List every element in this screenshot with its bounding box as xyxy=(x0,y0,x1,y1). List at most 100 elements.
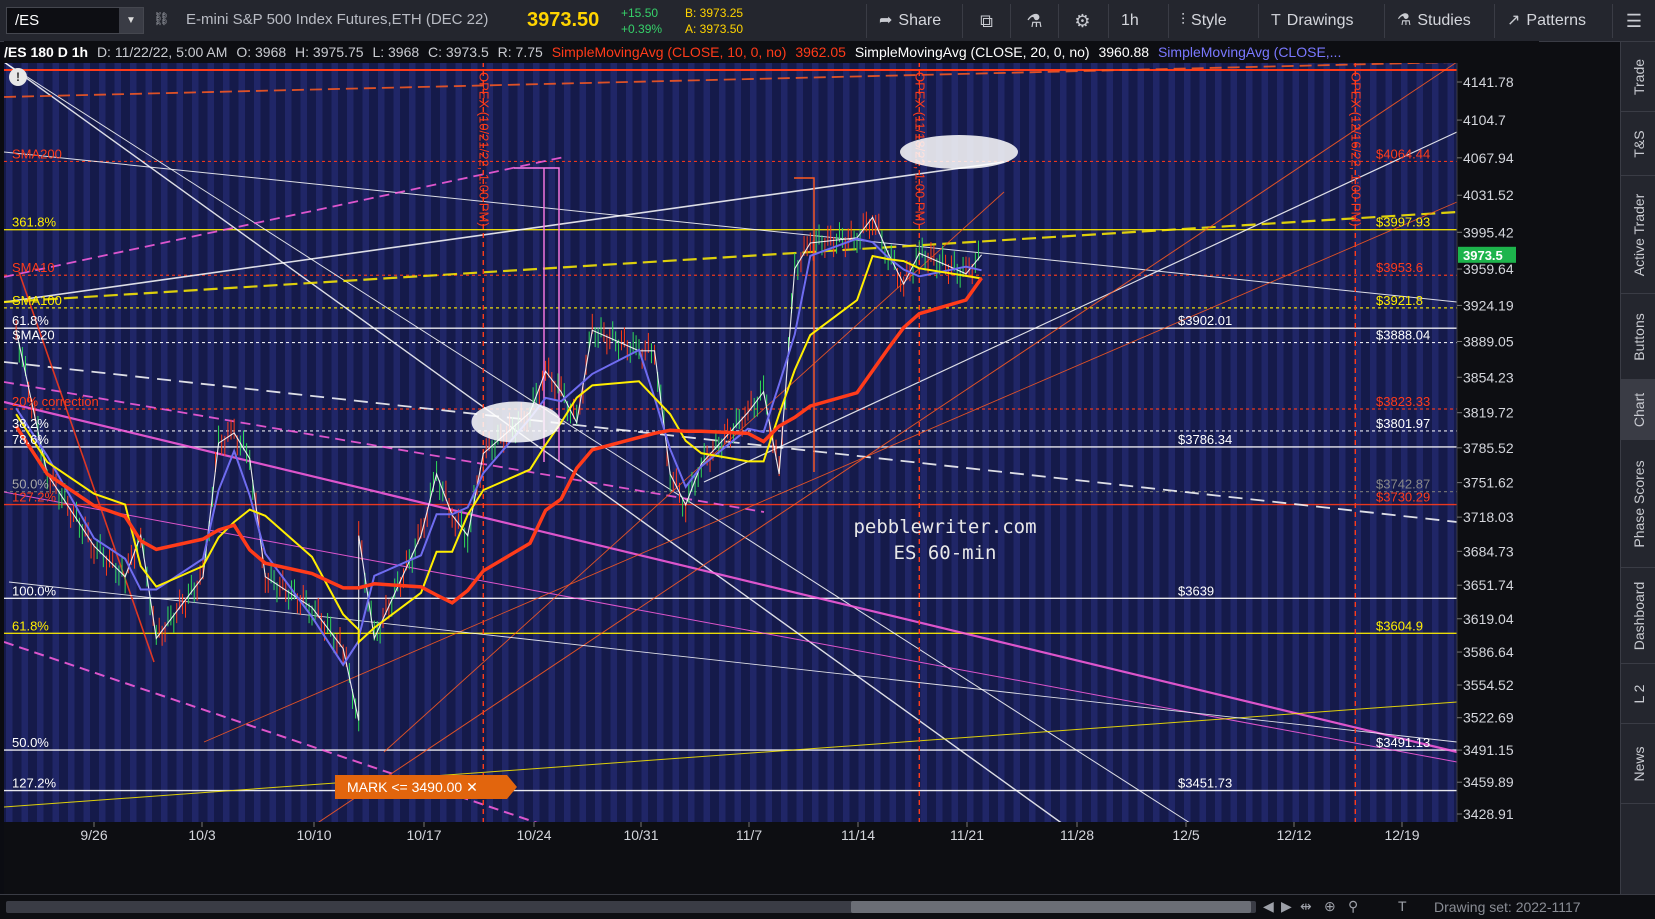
level-right-label: $3823.33 xyxy=(1376,394,1430,409)
sidebar-tab-label: Phase Scores xyxy=(1630,459,1647,548)
session-stripe xyxy=(967,62,974,822)
level-right-label: $4064.44 xyxy=(1376,146,1430,161)
studies-button[interactable]: ⚗ Studies xyxy=(1384,4,1494,38)
watermark-line-2: ES 60-min xyxy=(893,542,997,564)
y-tick-label: 4031.52 xyxy=(1463,187,1514,203)
thinkorswim-chart-window: /ES ▼ ⛓ E-mini S&P 500 Index Futures,ETH… xyxy=(0,0,1655,919)
interval-button[interactable]: 1h xyxy=(1108,4,1168,38)
sidebar-tab-dashboard[interactable]: Dashboard xyxy=(1621,568,1655,664)
gear-icon: ⚙ xyxy=(1074,11,1091,31)
session-stripe xyxy=(1153,62,1160,822)
x-tick-label: 10/31 xyxy=(623,827,658,843)
y-tick-label: 3785.52 xyxy=(1463,440,1514,456)
level-right-label: $3604.9 xyxy=(1376,618,1423,633)
sma100-label[interactable]: SimpleMovingAvg (CLOSE,... xyxy=(1158,41,1341,63)
session-stripe xyxy=(114,62,121,822)
studies-label: Studies xyxy=(1417,12,1471,29)
session-stripe xyxy=(145,62,152,822)
session-stripe xyxy=(83,62,90,822)
level-left-label: 38.2% xyxy=(12,416,49,431)
sidebar-tab-phase-scores[interactable]: Phase Scores xyxy=(1621,440,1655,568)
style-button[interactable]: ⫶ Style xyxy=(1168,4,1258,38)
sidebar-tab-label: News xyxy=(1630,745,1647,782)
y-tick-label: 4141.78 xyxy=(1463,74,1514,90)
session-stripe xyxy=(889,62,896,822)
session-stripe xyxy=(393,62,400,822)
session-stripe xyxy=(455,62,462,822)
drawing-set-label[interactable]: Drawing set: 2022-1117 xyxy=(1434,899,1581,915)
sidebar-tab-chart[interactable]: Chart xyxy=(1621,380,1655,440)
symbol-input[interactable]: /ES ▼ xyxy=(6,7,144,34)
session-stripe xyxy=(99,62,106,822)
drawing-tool-icon: T xyxy=(1271,12,1281,29)
session-stripe xyxy=(316,62,323,822)
drawing-tool-icon[interactable]: T xyxy=(1398,898,1407,914)
menu-button[interactable]: ☰ xyxy=(1612,4,1655,38)
sidebar-tab-l-2[interactable]: L 2 xyxy=(1621,664,1655,724)
scroll-left-icon[interactable]: ◀ xyxy=(1263,898,1274,915)
level-left-label: 100.0% xyxy=(12,583,57,598)
y-tick-label: 3459.89 xyxy=(1463,774,1514,790)
level-left-label: 361.8% xyxy=(12,215,57,230)
chart-canvas[interactable]: OPEX (10/21/22, 1:00 PM)OPEX (11/18/22, … xyxy=(4,42,1620,894)
session-stripe xyxy=(1060,62,1067,822)
x-tick-label: 9/26 xyxy=(80,827,107,843)
expand-icon[interactable]: ⇹ xyxy=(1300,898,1312,915)
session-stripe xyxy=(1401,62,1408,822)
y-tick-label: 3924.19 xyxy=(1463,297,1514,313)
session-stripe xyxy=(378,62,385,822)
close-icon[interactable]: ✕ xyxy=(466,779,478,795)
share-button[interactable]: ➦ Share xyxy=(866,4,970,38)
sma10-label[interactable]: SimpleMovingAvg (CLOSE, 10, 0, no) xyxy=(552,41,787,63)
price-change-abs: +15.50 xyxy=(621,6,659,20)
session-stripe xyxy=(130,62,137,822)
level-left-label: 61.8% xyxy=(12,313,49,328)
x-tick-label: 12/5 xyxy=(1172,827,1199,843)
price-change-pct: +0.39% xyxy=(621,22,663,36)
patterns-button[interactable]: ↗ Patterns xyxy=(1494,4,1612,38)
session-stripe xyxy=(1137,62,1144,822)
settings-button[interactable]: ⚙ xyxy=(1058,4,1106,38)
mark-order-label[interactable]: MARK <= 3490.00 ✕ xyxy=(335,775,517,799)
price-chart[interactable]: OPEX (10/21/22, 1:00 PM)OPEX (11/18/22, … xyxy=(4,42,1620,894)
symbol-dropdown-icon[interactable]: ▼ xyxy=(119,8,143,33)
watermark: pebblewriter.com ES 60-min xyxy=(840,514,1050,566)
sidebar-tab-buttons[interactable]: Buttons xyxy=(1621,294,1655,380)
session-stripe xyxy=(1432,62,1439,822)
horizontal-scrollbar[interactable] xyxy=(6,901,1256,913)
drawings-button[interactable]: T Drawings xyxy=(1258,4,1384,38)
y-tick-label: 3428.91 xyxy=(1463,806,1514,822)
y-tick-label: 3959.64 xyxy=(1463,261,1514,277)
sidebar-tab-news[interactable]: News xyxy=(1621,724,1655,804)
sidebar-tab-label: Active Trader xyxy=(1630,193,1647,276)
session-stripe xyxy=(750,62,757,822)
bar-low: L: 3968 xyxy=(372,44,420,60)
opex-label: OPEX (10/21/22, 1:00 PM) xyxy=(476,72,491,227)
level-right-label: $3921.8 xyxy=(1376,293,1423,308)
session-stripe xyxy=(936,62,943,822)
x-tick-label: 11/21 xyxy=(950,827,984,843)
level-right-label: $3902.01 xyxy=(1178,313,1232,328)
sidebar-tab-t-s[interactable]: T&S xyxy=(1621,112,1655,176)
session-stripe xyxy=(1044,62,1051,822)
scrollbar-thumb[interactable] xyxy=(851,901,1251,913)
flask-icon: ⚗ xyxy=(1026,11,1043,31)
warning-icon[interactable]: ! xyxy=(9,68,27,86)
sma20-label[interactable]: SimpleMovingAvg (CLOSE, 20, 0, no) xyxy=(855,41,1090,63)
sidebar-tab-active-trader[interactable]: Active Trader xyxy=(1621,176,1655,294)
session-stripe xyxy=(254,62,261,822)
x-tick-label: 11/7 xyxy=(736,827,762,843)
session-stripe xyxy=(998,62,1005,822)
crosshair-icon[interactable]: ⊕ xyxy=(1324,898,1336,915)
sidebar-tab-trade[interactable]: Trade xyxy=(1621,42,1655,112)
session-stripe xyxy=(1447,62,1454,822)
session-stripe xyxy=(765,62,772,822)
lab-button[interactable]: ⚗ xyxy=(1010,4,1058,38)
zoom-icon[interactable]: ⚲ xyxy=(1348,898,1358,915)
scroll-right-icon[interactable]: ▶ xyxy=(1281,898,1292,915)
x-tick-label: 10/17 xyxy=(406,827,441,843)
study-legend-bar: /ES 180 D 1h D: 11/22/22, 5:00 AM O: 396… xyxy=(4,41,1539,63)
y-tick-label: 3751.62 xyxy=(1463,475,1514,491)
link-icon[interactable]: ⛓ xyxy=(153,11,170,27)
chart-layout-button[interactable]: ⧉ xyxy=(962,4,1010,38)
